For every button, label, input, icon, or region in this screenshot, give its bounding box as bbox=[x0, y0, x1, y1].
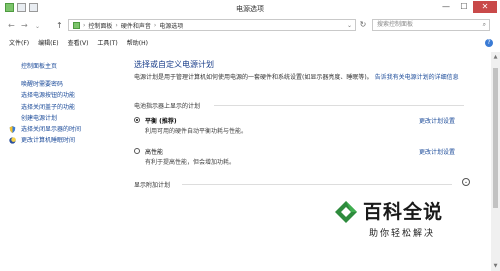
window-title: 电源选项 bbox=[236, 5, 264, 13]
power-plan-info-link[interactable]: 告诉我有关电源计划的详细信息 bbox=[375, 74, 459, 81]
search-input[interactable]: 搜索控制面板 ⌕ bbox=[372, 19, 490, 31]
breadcrumb-hardware-sound[interactable]: 硬件和声音 bbox=[121, 21, 151, 30]
change-plan-settings-link[interactable]: 更改计划设置 bbox=[419, 147, 455, 156]
breadcrumb-control-panel[interactable]: 控制面板 bbox=[88, 21, 112, 30]
battery-plans-section: 电池指示器上显示的计划 bbox=[134, 101, 464, 110]
plan-description: 有利于提高性能，但会增加功耗。 bbox=[145, 159, 236, 166]
menu-tools[interactable]: 工具(T) bbox=[97, 38, 117, 48]
sidebar-item-label: 选择电源按钮的功能 bbox=[21, 92, 76, 100]
breadcrumb-separator: › bbox=[83, 21, 86, 29]
section-divider bbox=[214, 105, 464, 106]
plan-high-performance-radio[interactable] bbox=[134, 148, 140, 154]
breadcrumb-power-options[interactable]: 电源选项 bbox=[159, 21, 183, 30]
up-button[interactable]: ↑ bbox=[56, 21, 63, 30]
sidebar: 控制面板主页 唤醒时需要密码 选择电源按钮的功能 选择关闭盖子的功能 创建电源计… bbox=[0, 52, 120, 271]
baike-logo-icon bbox=[335, 201, 357, 223]
window-controls: — ☐ ✕ bbox=[437, 1, 497, 13]
description-text: 电源计划是用于管理计算机如何使用电源的一套硬件和系统设置(如显示器亮度、睡眠等)… bbox=[134, 74, 373, 81]
breadcrumb-separator: › bbox=[115, 21, 118, 29]
menu-bar: 文件(F) 编辑(E) 查看(V) 工具(T) 帮助(H) bbox=[0, 38, 500, 48]
sidebar-item-power-button[interactable]: 选择电源按钮的功能 bbox=[21, 90, 81, 101]
refresh-button[interactable]: ↻ bbox=[358, 20, 368, 30]
sidebar-item-sleep-time[interactable]: 更改计算机睡眠时间 bbox=[9, 135, 81, 146]
shield-icon bbox=[9, 126, 16, 134]
control-panel-small-icon bbox=[73, 21, 80, 29]
sidebar-item-close-lid[interactable]: 选择关闭盖子的功能 bbox=[21, 102, 81, 113]
menu-edit[interactable]: 编辑(E) bbox=[38, 38, 58, 48]
sidebar-item-label: 创建电源计划 bbox=[21, 114, 58, 122]
help-icon[interactable]: ? bbox=[485, 39, 493, 47]
section-divider bbox=[182, 184, 452, 185]
watermark-subtitle: 助你轻松解决 bbox=[369, 229, 436, 239]
sidebar-home-link[interactable]: 控制面板主页 bbox=[21, 61, 57, 70]
menu-file[interactable]: 文件(F) bbox=[9, 38, 29, 48]
section-title: 电池指示器上显示的计划 bbox=[134, 103, 201, 110]
moon-icon bbox=[9, 137, 16, 145]
menu-help[interactable]: 帮助(H) bbox=[127, 38, 148, 48]
expand-chevron-down-icon[interactable]: ⌄ bbox=[462, 178, 470, 186]
section-title: 显示附加计划 bbox=[134, 182, 171, 189]
recent-locations-chevron-down-icon[interactable]: ⌄ bbox=[35, 23, 40, 30]
plan-name[interactable]: 平衡 (推荐) bbox=[145, 116, 177, 125]
forward-button[interactable]: → bbox=[21, 21, 28, 30]
address-bar[interactable]: › 控制面板 › 硬件和声音 › 电源选项 ⌄ bbox=[68, 19, 356, 31]
back-button[interactable]: ← bbox=[8, 21, 15, 30]
page-title: 选择或自定义电源计划 bbox=[134, 60, 214, 69]
maximize-button[interactable]: ☐ bbox=[455, 1, 473, 13]
page-description: 电源计划是用于管理计算机如何使用电源的一套硬件和系统设置(如显示器亮度、睡眠等)… bbox=[134, 73, 474, 82]
search-placeholder: 搜索控制面板 bbox=[377, 21, 414, 28]
address-row: ← → ⌄ ↑ › 控制面板 › 硬件和声音 › 电源选项 ⌄ ↻ 搜索控制面板… bbox=[0, 17, 500, 34]
breadcrumb-separator: › bbox=[153, 21, 157, 29]
plan-balanced-radio[interactable] bbox=[134, 117, 140, 123]
sidebar-item-label: 更改计算机睡眠时间 bbox=[21, 137, 76, 145]
sidebar-item-display-off[interactable]: 选择关闭显示器的时间 bbox=[9, 124, 82, 135]
watermark-title: 百科全说 bbox=[363, 201, 444, 223]
sidebar-item-label: 唤醒时需要密码 bbox=[21, 81, 64, 88]
plan-name[interactable]: 高性能 bbox=[145, 147, 163, 156]
sidebar-item-require-password[interactable]: 唤醒时需要密码 bbox=[21, 79, 81, 90]
sidebar-item-create-plan[interactable]: 创建电源计划 bbox=[21, 113, 81, 124]
menu-view[interactable]: 查看(V) bbox=[68, 38, 89, 48]
title-bar: 电源选项 — ☐ ✕ bbox=[0, 0, 500, 17]
search-icon[interactable]: ⌕ bbox=[483, 20, 486, 30]
additional-plans-section[interactable]: 显示附加计划 bbox=[134, 180, 464, 189]
sidebar-item-label: 选择关闭盖子的功能 bbox=[21, 103, 76, 111]
scroll-up-arrow-icon[interactable]: ▲ bbox=[492, 54, 499, 60]
scrollbar-thumb[interactable] bbox=[493, 68, 498, 208]
sidebar-task-list: 唤醒时需要密码 选择电源按钮的功能 选择关闭盖子的功能 创建电源计划 选择关闭显… bbox=[9, 79, 82, 147]
plan-description: 利用可用的硬件自动平衡功耗与性能。 bbox=[145, 128, 248, 135]
change-plan-settings-link[interactable]: 更改计划设置 bbox=[419, 116, 455, 125]
vertical-scrollbar[interactable]: ▲ ▼ bbox=[491, 52, 500, 271]
close-button[interactable]: ✕ bbox=[473, 1, 497, 13]
power-options-window: 电源选项 — ☐ ✕ ← → ⌄ ↑ › 控制面板 › 硬件和声音 › 电源选项… bbox=[0, 0, 500, 271]
main-content: 选择或自定义电源计划 电源计划是用于管理计算机如何使用电源的一套硬件和系统设置(… bbox=[134, 52, 500, 271]
address-dropdown-icon[interactable]: ⌄ bbox=[347, 22, 352, 29]
minimize-button[interactable]: — bbox=[437, 1, 455, 13]
scroll-down-arrow-icon[interactable]: ▼ bbox=[492, 263, 499, 269]
sidebar-item-label: 选择关闭显示器的时间 bbox=[21, 126, 82, 134]
